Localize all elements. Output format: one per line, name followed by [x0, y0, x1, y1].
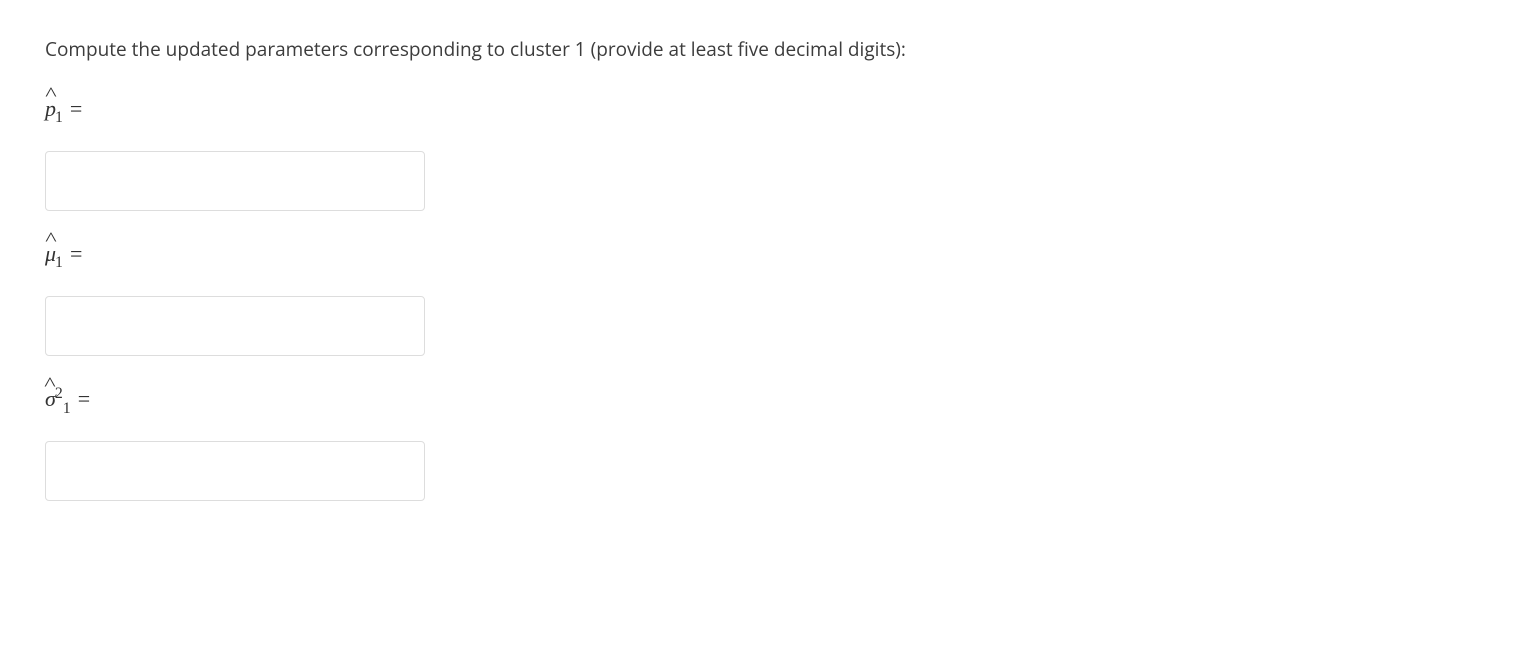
- label-sigma1: σ21=: [45, 382, 1471, 419]
- param-group-p1: p1=: [45, 92, 1471, 211]
- input-mu1[interactable]: [45, 296, 425, 356]
- question-prompt: Compute the updated parameters correspon…: [45, 35, 1471, 64]
- input-sigma1[interactable]: [45, 441, 425, 501]
- param-group-sigma1: σ21=: [45, 382, 1471, 501]
- input-p1[interactable]: [45, 151, 425, 211]
- label-p1: p1=: [45, 92, 1471, 129]
- label-mu1: μ1=: [45, 237, 1471, 274]
- param-group-mu1: μ1=: [45, 237, 1471, 356]
